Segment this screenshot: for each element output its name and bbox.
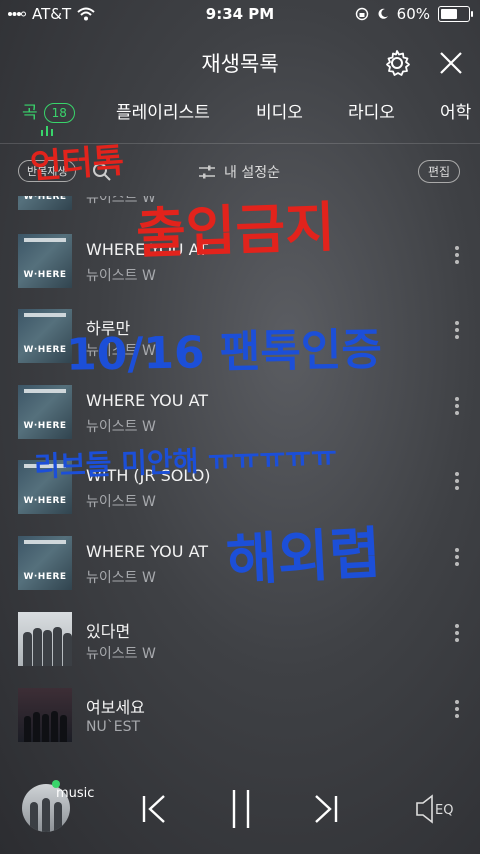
song-title: WHERE YOU AT — [86, 542, 209, 561]
status-bar: AT&T 9:34 PM 60% — [0, 0, 480, 28]
moon-icon — [378, 8, 388, 19]
header: 재생목록 — [0, 40, 480, 84]
more-options-icon[interactable] — [452, 546, 462, 570]
more-options-icon[interactable] — [452, 244, 462, 268]
song-title: 여보세요 — [86, 698, 145, 717]
song-title: WHERE YOU AT — [86, 391, 209, 410]
album-art: W·HERE — [18, 460, 72, 514]
sort-button[interactable]: 내 설정순 — [198, 162, 280, 182]
sort-label: 내 설정순 — [224, 165, 280, 181]
song-artist: 뉴이스트 W — [86, 494, 156, 510]
gear-icon[interactable] — [382, 48, 412, 78]
album-art: W·HERE — [18, 234, 72, 288]
pause-icon[interactable] — [226, 788, 256, 830]
list-item[interactable]: W·HERE WHERE YOU AT 뉴이스트 W — [0, 234, 480, 309]
battery-percent: 60% — [396, 5, 430, 23]
song-artist: 뉴이스트 W — [86, 419, 156, 435]
song-title: 하루만 — [86, 319, 131, 338]
list-item[interactable]: 여보세요 NU`EST — [0, 688, 480, 756]
song-artist: NU`EST — [86, 719, 141, 735]
song-list: W·HERE 뉴이스트 W W·HERE WHERE YOU AT 뉴이스트 W… — [0, 196, 480, 756]
album-art: W·HERE — [18, 196, 72, 210]
edit-button[interactable]: 편집 — [418, 160, 461, 183]
song-title: WITH (JR SOLO) — [86, 466, 211, 485]
list-item[interactable]: 있다면 뉴이스트 W — [0, 612, 480, 687]
tab-language[interactable]: 어학 — [440, 98, 471, 123]
search-icon[interactable] — [92, 162, 112, 182]
list-item[interactable]: W·HERE 하루만 뉴이스트 W — [0, 309, 480, 384]
song-artist: 뉴이스트 W — [86, 343, 156, 359]
song-artist: 뉴이스트 W — [86, 196, 156, 206]
album-art: W·HERE — [18, 536, 72, 590]
repeat-button[interactable]: 반복재생 — [18, 160, 77, 182]
tab-bar: 곡 18 플레이리스트 비디오 라디오 어학 — [0, 96, 480, 126]
previous-icon[interactable] — [138, 792, 168, 826]
list-toolbar: 반복재생 내 설정순 편집 — [0, 158, 480, 188]
song-artist: 뉴이스트 W — [86, 570, 156, 586]
list-item[interactable]: W·HERE WITH (JR SOLO) 뉴이스트 W — [0, 460, 480, 535]
tab-songs[interactable]: 곡 18 — [22, 98, 75, 123]
list-item[interactable]: W·HERE 뉴이스트 W — [0, 196, 480, 231]
battery-icon — [438, 6, 473, 22]
status-right: 60% — [355, 5, 473, 23]
song-title: 있다면 — [86, 622, 131, 641]
tab-video[interactable]: 비디오 — [256, 98, 303, 123]
player-label: music — [56, 786, 95, 801]
tab-playlist[interactable]: 플레이리스트 — [116, 98, 210, 123]
sliders-icon — [199, 165, 215, 179]
album-art — [18, 612, 72, 666]
divider — [0, 143, 480, 144]
list-item[interactable]: W·HERE WHERE YOU AT 뉴이스트 W — [0, 385, 480, 460]
more-options-icon[interactable] — [452, 470, 462, 494]
more-options-icon[interactable] — [452, 319, 462, 343]
svg-text:EQ: EQ — [435, 803, 453, 818]
more-options-icon[interactable] — [452, 622, 462, 646]
more-options-icon[interactable] — [452, 395, 462, 419]
song-artist: 뉴이스트 W — [86, 268, 156, 284]
more-options-icon[interactable] — [452, 698, 462, 722]
rotation-lock-icon — [355, 7, 368, 21]
now-playing-indicator-icon — [41, 126, 53, 136]
tab-label: 곡 — [22, 103, 38, 123]
album-art: W·HERE — [18, 385, 72, 439]
close-icon[interactable] — [436, 48, 466, 78]
song-title: WHERE YOU AT — [86, 240, 209, 259]
list-item[interactable]: W·HERE WHERE YOU AT 뉴이스트 W — [0, 536, 480, 611]
equalizer-icon[interactable]: EQ — [414, 794, 460, 824]
tab-radio[interactable]: 라디오 — [348, 98, 395, 123]
album-art — [18, 688, 72, 742]
song-artist: 뉴이스트 W — [86, 646, 156, 662]
next-icon[interactable] — [312, 792, 342, 826]
album-art: W·HERE — [18, 309, 72, 363]
mini-player: music EQ — [0, 772, 480, 854]
song-count-badge: 18 — [43, 103, 75, 123]
